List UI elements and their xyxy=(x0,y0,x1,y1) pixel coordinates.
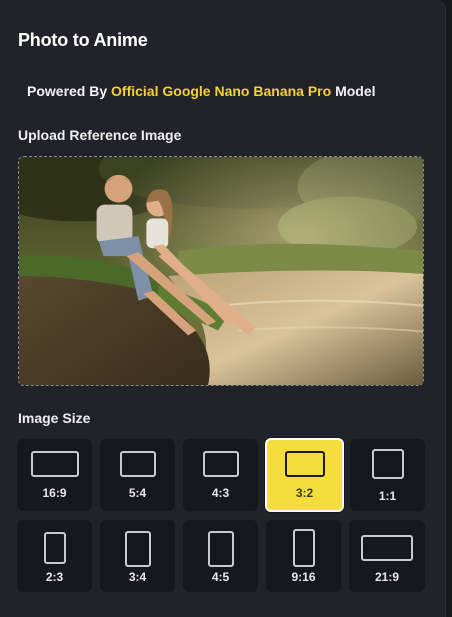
aspect-1-1-icon xyxy=(371,449,404,479)
upload-dropzone[interactable] xyxy=(18,156,424,386)
page-title: Photo to Anime xyxy=(18,30,148,50)
size-option-label: 21:9 xyxy=(374,570,400,584)
powered-by-suffix: Model xyxy=(335,83,376,99)
size-option-3-4[interactable]: 3:4 xyxy=(100,520,175,592)
powered-by-line: Powered By Official Google Nano Banana P… xyxy=(27,83,376,99)
upload-label: Upload Reference Image xyxy=(18,127,182,143)
model-name-link[interactable]: Official Google Nano Banana Pro xyxy=(111,83,331,99)
size-option-label: 3:2 xyxy=(295,486,314,500)
size-option-3-2[interactable]: 3:2 xyxy=(265,438,344,512)
photo-to-anime-panel: Photo to Anime Powered By Official Googl… xyxy=(0,0,446,617)
size-option-label: 2:3 xyxy=(45,570,64,584)
reference-image xyxy=(19,157,423,385)
size-option-1-1[interactable]: 1:1 xyxy=(350,439,425,511)
aspect-9-16-icon xyxy=(292,529,315,567)
aspect-4-3-icon xyxy=(202,451,239,477)
powered-by-prefix: Powered By xyxy=(27,83,108,99)
aspect-21-9-icon xyxy=(361,535,413,561)
size-option-label: 4:3 xyxy=(211,486,230,500)
image-size-label: Image Size xyxy=(18,410,91,426)
aspect-3-2-icon xyxy=(284,451,325,477)
aspect-2-3-icon xyxy=(43,532,66,564)
size-option-label: 9:16 xyxy=(291,570,316,584)
size-option-4-3[interactable]: 4:3 xyxy=(183,439,258,511)
size-option-21-9[interactable]: 21:9 xyxy=(349,520,425,592)
aspect-4-5-icon xyxy=(207,531,234,567)
size-option-label: 4:5 xyxy=(211,570,230,584)
size-option-5-4[interactable]: 5:4 xyxy=(100,439,175,511)
aspect-3-4-icon xyxy=(124,531,151,567)
size-option-4-5[interactable]: 4:5 xyxy=(183,520,258,592)
size-option-2-3[interactable]: 2:3 xyxy=(17,520,92,592)
size-option-label: 3:4 xyxy=(128,570,147,584)
size-option-16-9[interactable]: 16:9 xyxy=(17,439,92,511)
size-option-label: 16:9 xyxy=(42,486,67,500)
aspect-5-4-icon xyxy=(119,451,156,477)
size-option-label: 5:4 xyxy=(128,486,147,500)
size-option-label: 1:1 xyxy=(378,489,397,503)
size-option-9-16[interactable]: 9:16 xyxy=(266,520,341,592)
aspect-16-9-icon xyxy=(30,451,79,477)
